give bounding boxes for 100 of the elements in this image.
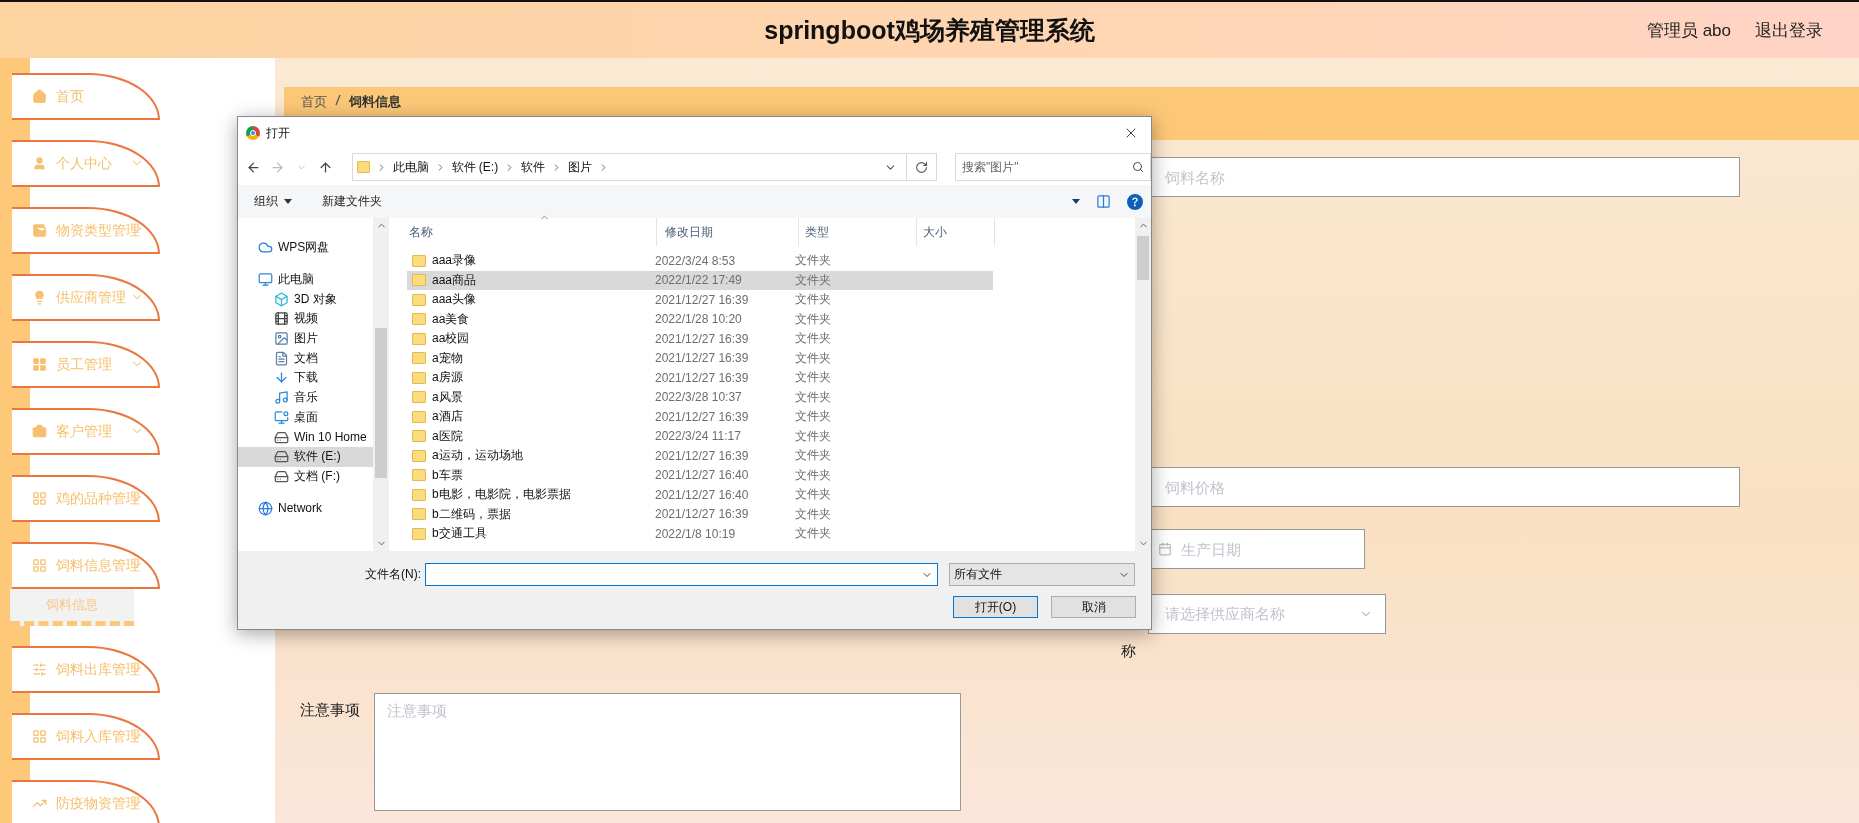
file-row[interactable]: aaa头像 2021/12/27 16:39 文件夹 xyxy=(407,290,993,310)
folder-icon xyxy=(412,410,426,423)
grid-icon xyxy=(32,491,48,506)
file-type: 文件夹 xyxy=(794,271,831,289)
nav-item[interactable]: 此电脑 xyxy=(238,269,373,290)
monitor-icon xyxy=(258,272,273,288)
file-row[interactable]: aa美食 2022/1/28 10:20 文件夹 xyxy=(407,309,993,329)
file-type: 文件夹 xyxy=(794,310,831,328)
nav-item[interactable]: 下载 xyxy=(238,368,373,388)
help-button[interactable] xyxy=(1127,193,1143,210)
folder-icon xyxy=(412,313,426,326)
wallet-icon xyxy=(32,223,48,238)
file-date: 2021/12/27 16:40 xyxy=(654,487,750,502)
file-row[interactable]: b二维码，票据 2021/12/27 16:39 文件夹 xyxy=(407,504,993,524)
file-date: 2022/1/8 10:19 xyxy=(654,526,737,541)
nav-item[interactable]: 文档 (F:) xyxy=(238,466,373,487)
new-folder-button[interactable]: 新建文件夹 xyxy=(322,193,382,210)
field-label: 注意事项 xyxy=(300,701,361,720)
folder-icon xyxy=(412,254,426,267)
cancel-button[interactable]: 取消 xyxy=(1051,596,1136,618)
notes-field[interactable]: 注意事项 xyxy=(374,693,961,811)
briefcase-icon xyxy=(32,424,48,439)
scrollbar[interactable] xyxy=(373,218,389,551)
file-type: 文件夹 xyxy=(794,291,831,309)
file-row[interactable]: a宠物 2021/12/27 16:39 文件夹 xyxy=(407,348,993,368)
nav-item[interactable]: 3D 对象 xyxy=(238,289,373,310)
breadcrumb-link[interactable]: 首页 xyxy=(301,93,327,111)
nav-item[interactable]: WPS网盘 xyxy=(238,238,373,258)
file-row[interactable]: b交通工具 2022/1/8 10:19 文件夹 xyxy=(407,524,993,544)
app-title: springboot鸡场养殖管理系统 xyxy=(764,14,1095,46)
folder-icon xyxy=(412,332,426,345)
folder-icon xyxy=(412,430,426,443)
path-segment[interactable]: 软件 xyxy=(521,158,546,176)
path-segment[interactable]: 图片 xyxy=(568,158,593,176)
nav-item[interactable]: 图片 xyxy=(238,328,373,349)
nav-item[interactable]: Win 10 Home xyxy=(238,427,373,447)
file-date: 2021/12/27 16:39 xyxy=(654,370,750,385)
film-icon xyxy=(274,311,289,327)
browser-logo-icon xyxy=(246,126,260,140)
file-name: a酒店 xyxy=(432,408,463,426)
file-date: 2022/3/24 8:53 xyxy=(654,253,737,268)
nav-item[interactable]: Network xyxy=(238,498,373,518)
folder-icon xyxy=(412,391,426,404)
user-icon xyxy=(32,156,48,171)
file-name: aaa录像 xyxy=(432,252,477,270)
file-row[interactable]: aaa录像 2022/3/24 8:53 文件夹 xyxy=(407,251,993,271)
file-type: 文件夹 xyxy=(794,369,831,387)
logout-link[interactable]: 退出登录 xyxy=(1755,18,1823,42)
column-header[interactable]: 修改日期 xyxy=(657,218,799,246)
caret-down-icon xyxy=(284,199,292,204)
folder-icon xyxy=(412,488,426,501)
column-header[interactable]: 名称 xyxy=(389,218,657,246)
file-type: 文件夹 xyxy=(794,525,831,543)
file-name: b车票 xyxy=(432,466,463,484)
search-field[interactable]: 搜索"图片" xyxy=(955,153,1151,181)
home-icon xyxy=(32,89,48,104)
file-row[interactable]: b电影，电影院，电影票据 2021/12/27 16:40 文件夹 xyxy=(407,485,993,505)
filename-label: 文件名(N): xyxy=(364,566,422,583)
file-row[interactable]: a运动，运动场地 2021/12/27 16:39 文件夹 xyxy=(407,446,993,466)
file-row[interactable]: a风景 2022/3/28 10:37 文件夹 xyxy=(407,387,993,407)
nav-item[interactable]: 音乐 xyxy=(238,387,373,408)
file-type: 文件夹 xyxy=(794,466,831,484)
download-icon xyxy=(274,370,289,386)
file-date: 2021/12/27 16:39 xyxy=(654,331,750,346)
file-date: 2022/3/28 10:37 xyxy=(654,390,743,405)
organize-menu[interactable]: 组织 xyxy=(254,193,292,210)
file-row[interactable]: aa校园 2021/12/27 16:39 文件夹 xyxy=(407,329,993,349)
column-header[interactable]: 大小 xyxy=(917,218,995,246)
preview-pane-button[interactable] xyxy=(1096,194,1111,209)
file-date: 2021/12/27 16:39 xyxy=(654,351,750,366)
file-type: 文件夹 xyxy=(794,330,831,348)
file-row[interactable]: a医院 2022/3/24 11:17 文件夹 xyxy=(407,426,993,446)
file-name: aaa商品 xyxy=(432,271,477,289)
scroll-thumb[interactable] xyxy=(375,328,387,478)
folder-icon xyxy=(412,527,426,540)
file-row[interactable]: aaa商品 2022/1/22 17:49 文件夹 xyxy=(407,270,993,290)
address-bar[interactable]: 此电脑 软件 (E:) 软件 图片 xyxy=(351,153,937,181)
folder-icon xyxy=(412,508,426,521)
scroll-thumb[interactable] xyxy=(1137,236,1149,280)
file-type: 文件夹 xyxy=(794,408,831,426)
file-row[interactable]: b车票 2021/12/27 16:40 文件夹 xyxy=(407,465,993,485)
file-name: a医院 xyxy=(432,427,463,445)
scrollbar[interactable] xyxy=(1135,218,1151,551)
nav-item[interactable]: 视频 xyxy=(238,309,373,329)
nav-item[interactable]: 桌面 xyxy=(238,407,373,428)
slash-icon xyxy=(335,93,341,107)
file-row[interactable]: a房源 2021/12/27 16:39 文件夹 xyxy=(407,368,993,388)
filename-field[interactable] xyxy=(425,563,938,586)
filetype-select[interactable]: 所有文件 xyxy=(949,563,1135,586)
nav-item[interactable]: 软件 (E:) xyxy=(238,446,373,467)
column-header[interactable]: 类型 xyxy=(799,218,917,246)
open-button[interactable]: 打开(O) xyxy=(953,596,1038,618)
file-date: 2022/1/22 17:49 xyxy=(654,273,743,288)
file-name: aa美食 xyxy=(432,310,470,328)
breadcrumb-current: 饲料信息 xyxy=(349,93,401,111)
path-segment[interactable]: 软件 (E:) xyxy=(451,158,499,176)
grid-icon xyxy=(32,357,48,372)
path-segment[interactable]: 此电脑 xyxy=(392,158,429,176)
nav-item[interactable]: 文档 xyxy=(238,348,373,369)
file-row[interactable]: a酒店 2021/12/27 16:39 文件夹 xyxy=(407,407,993,427)
